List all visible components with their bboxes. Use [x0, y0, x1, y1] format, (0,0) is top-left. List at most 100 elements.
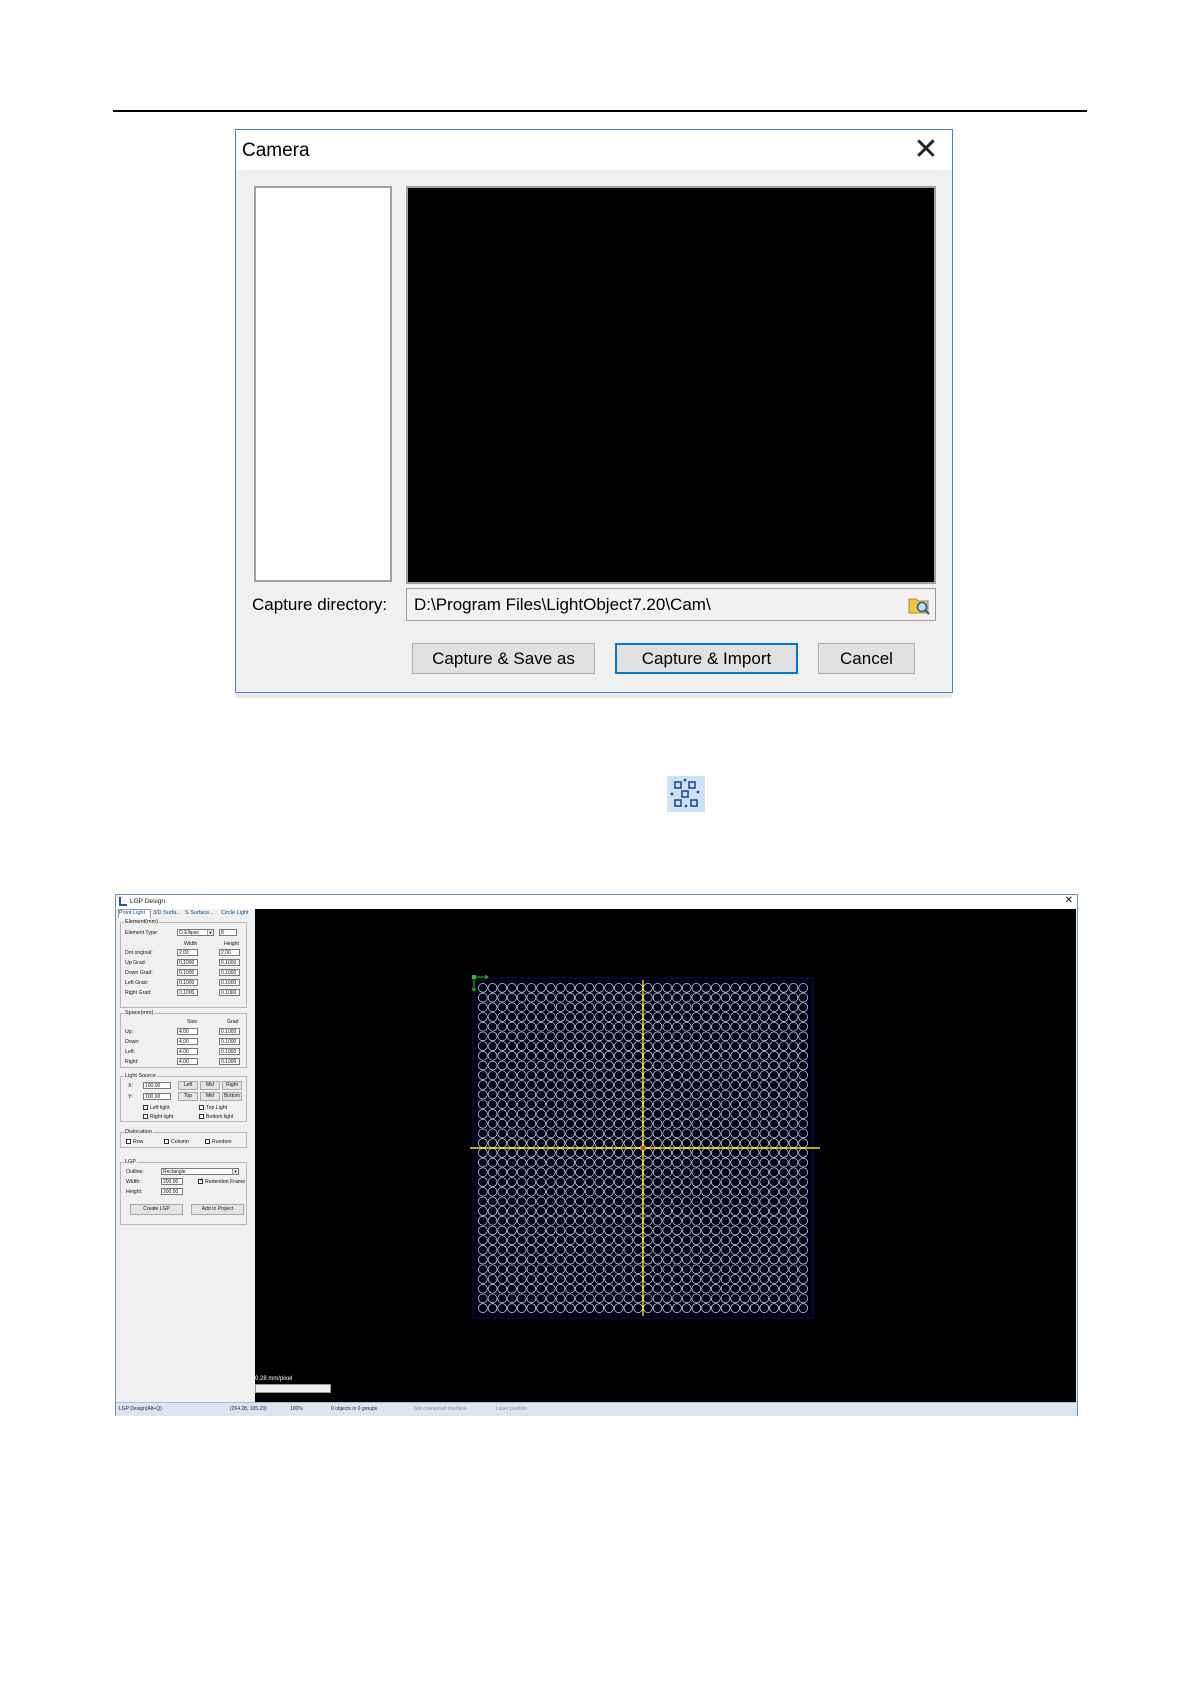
lgp-titlebar: LGP Design ✕: [116, 895, 1077, 909]
lgp-window-title: LGP Design: [130, 898, 165, 905]
zoom-slider[interactable]: [255, 1384, 331, 1393]
space-grad-field[interactable]: 0.1000: [219, 1038, 240, 1045]
lgp-group: LGP Outline: Rectangle ▼ Width: 200.00 R…: [120, 1159, 247, 1225]
element-count-value: 8: [221, 930, 224, 936]
element-count-field[interactable]: 8: [219, 929, 237, 936]
light-x-field[interactable]: 100.00: [143, 1082, 171, 1089]
create-lgp-button[interactable]: Create LGP: [130, 1204, 183, 1215]
chevron-down-icon: ▼: [232, 1169, 238, 1174]
space-size-field[interactable]: 4.00: [177, 1028, 198, 1035]
camera-titlebar: Camera ✕: [236, 130, 952, 170]
element-width-field[interactable]: 0.1000: [177, 979, 198, 986]
space-group: Space(mm) Size Grad Up: 4.00 0.1000 Down…: [120, 1010, 247, 1068]
bottom-light-checkbox[interactable]: [199, 1114, 204, 1119]
status-machine: Not connected machine: [414, 1406, 467, 1412]
element-type-select[interactable]: O Ellipse ▼: [177, 929, 214, 936]
lgp-canvas[interactable]: [255, 909, 1076, 1402]
camera-device-list[interactable]: [254, 186, 392, 582]
light-mid-y-button[interactable]: Mid: [200, 1092, 220, 1101]
light-left-button[interactable]: Left: [178, 1081, 198, 1090]
tab-3d-surface[interactable]: 3/D Surfa...: [153, 909, 181, 918]
row-checkbox[interactable]: [126, 1139, 131, 1144]
light-source-group-title: Light Source: [124, 1073, 157, 1079]
space-size-field[interactable]: 4.00: [177, 1038, 198, 1045]
element-width-field[interactable]: 0.1000: [177, 959, 198, 966]
element-row-label: Dot original:: [125, 950, 153, 956]
element-width-field[interactable]: 0.1000: [177, 969, 198, 976]
space-size-field[interactable]: 4.00: [177, 1048, 198, 1055]
close-icon[interactable]: ✕: [1065, 895, 1073, 906]
light-y-field[interactable]: 100.00: [143, 1093, 171, 1100]
add-to-project-button[interactable]: Add to Project: [191, 1204, 244, 1215]
scale-readout: 0.28 mm/pixel: [255, 1376, 293, 1382]
right-light-checkbox[interactable]: [143, 1114, 148, 1119]
bottom-light-label: Bottom light: [206, 1114, 234, 1120]
cancel-button[interactable]: Cancel: [818, 643, 915, 674]
top-light-checkbox[interactable]: [199, 1105, 204, 1110]
tab-point-light[interactable]: Point Light: [118, 909, 151, 918]
lgp-width-label: Width:: [126, 1179, 141, 1185]
row-label: Row: [133, 1139, 144, 1145]
capture-directory-field[interactable]: D:\Program Files\LightObject7.20\Cam\: [406, 588, 936, 621]
element-height-field[interactable]: 0.1000: [219, 979, 240, 986]
capture-directory-label: Capture directory:: [252, 595, 388, 614]
close-icon[interactable]: ✕: [908, 133, 944, 167]
tab-s-surface[interactable]: S Surface...: [185, 909, 214, 918]
element-type-label: Element Type:: [125, 930, 159, 936]
space-grad-field[interactable]: 0.1000: [219, 1028, 240, 1035]
light-x-label: X:: [128, 1083, 133, 1089]
random-checkbox[interactable]: [205, 1139, 210, 1144]
space-row-label: Right:: [125, 1059, 139, 1065]
lgp-dot-pattern: [470, 974, 820, 1319]
capture-import-button[interactable]: Capture & Import: [615, 643, 798, 674]
lgp-height-field[interactable]: 200.00: [161, 1188, 183, 1195]
tab-circle-light[interactable]: Circle Light: [221, 909, 249, 918]
element-width-field[interactable]: 2.00: [177, 949, 198, 956]
lgp-tabs: Point Light 3/D Surfa... S Surface... Ci…: [118, 909, 253, 918]
space-row-label: Up:: [125, 1029, 134, 1035]
element-height-field[interactable]: 0.1000: [219, 969, 240, 976]
redention-frame-label: Redention Frame: [205, 1179, 246, 1185]
space-size-header: Size: [187, 1019, 198, 1025]
outline-value: Rectangle: [163, 1169, 186, 1175]
camera-dialog: Camera ✕ Capture directory: D:\Program F…: [235, 129, 953, 698]
lgp-group-title: LGP: [124, 1159, 138, 1165]
lgp-width-field[interactable]: 200.00: [161, 1178, 183, 1185]
lgp-design-icon[interactable]: [667, 776, 705, 812]
left-light-checkbox[interactable]: [143, 1105, 148, 1110]
status-coords: (264.28, 105.23): [230, 1406, 267, 1412]
redention-frame-checkbox[interactable]: [198, 1177, 203, 1184]
status-zoom[interactable]: 100%: [290, 1406, 303, 1412]
top-light-label: Top Light: [206, 1105, 228, 1111]
folder-search-icon[interactable]: [907, 593, 931, 617]
dislocation-group: Dislocation Row Column Random: [120, 1129, 247, 1148]
space-row-label: Left:: [125, 1049, 136, 1055]
element-row-label: Down Grad:: [125, 970, 153, 976]
light-source-marker: [641, 1146, 645, 1150]
element-height-field[interactable]: 0.1000: [219, 989, 240, 996]
outline-select[interactable]: Rectangle ▼: [161, 1168, 239, 1175]
light-mid-x-button[interactable]: Mid: [200, 1081, 220, 1090]
element-width-field[interactable]: 0.1000: [177, 989, 198, 996]
space-size-field[interactable]: 4.00: [177, 1058, 198, 1065]
light-bottom-button[interactable]: Bottom: [222, 1092, 242, 1101]
dialog-bottom-edge: [236, 693, 952, 698]
capture-directory-value: D:\Program Files\LightObject7.20\Cam\: [414, 595, 711, 614]
space-grad-field[interactable]: 0.1000: [219, 1048, 240, 1055]
column-label: Column: [171, 1139, 189, 1145]
element-row-label: Right Grad:: [125, 990, 152, 996]
element-row-label: Left Grad:: [125, 980, 149, 986]
light-right-button[interactable]: Right: [222, 1081, 242, 1090]
element-height-field[interactable]: 0.1000: [219, 959, 240, 966]
left-light-label: Left light: [150, 1105, 170, 1111]
capture-save-as-button[interactable]: Capture & Save as: [412, 643, 595, 674]
space-grad-field[interactable]: 0.1000: [219, 1058, 240, 1065]
column-checkbox[interactable]: [164, 1139, 169, 1144]
element-row-label: Up Grad:: [125, 960, 147, 966]
element-group: Element(mm) Element Type: O Ellipse ▼ 8 …: [120, 919, 247, 1008]
chevron-down-icon: ▼: [207, 930, 213, 935]
element-height-field[interactable]: 2.00: [219, 949, 240, 956]
status-mode: LGP Design(Alt+Q): [119, 1406, 162, 1412]
light-top-button[interactable]: Top: [178, 1092, 198, 1101]
status-bar: LGP Design(Alt+Q) (264.28, 105.23) 100% …: [116, 1402, 1077, 1416]
